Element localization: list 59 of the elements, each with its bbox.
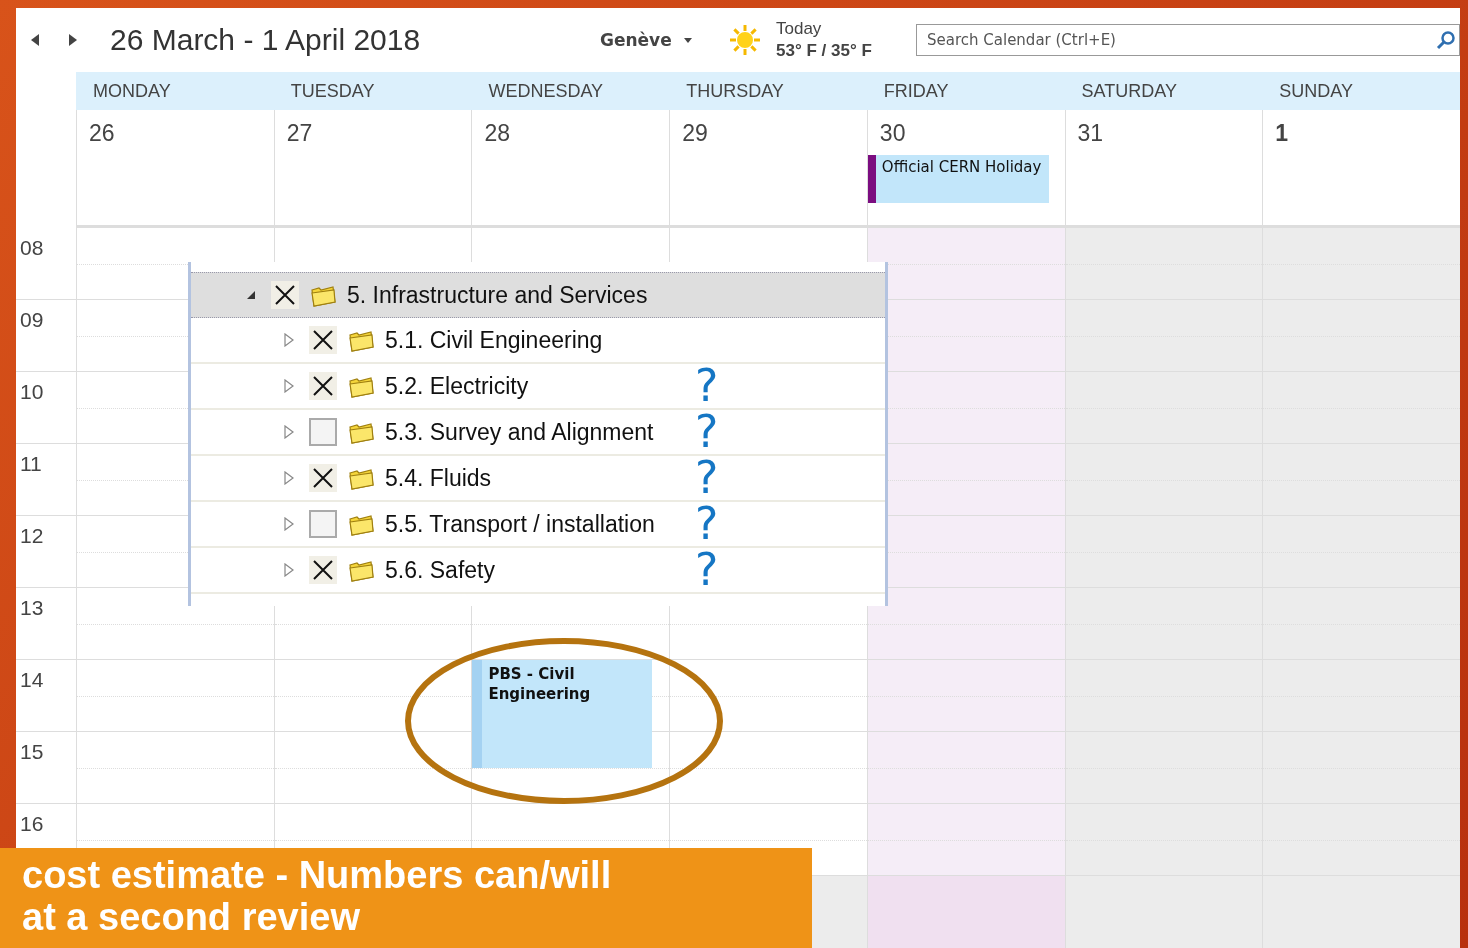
- event-title: Official CERN Holiday: [880, 157, 1043, 178]
- checkbox[interactable]: [309, 464, 337, 492]
- date-number: 28: [484, 120, 511, 147]
- checkbox[interactable]: [309, 418, 337, 446]
- search-icon[interactable]: [1436, 30, 1456, 50]
- day-header: FRIDAY: [866, 72, 1065, 110]
- checkbox[interactable]: [309, 556, 337, 584]
- date-number: 26: [89, 120, 116, 147]
- tree-item-label: 5.1. Civil Engineering: [385, 326, 604, 354]
- triangle-icon: [283, 517, 295, 531]
- triangle-icon: [283, 333, 295, 347]
- triangle-icon: [283, 563, 295, 577]
- left-triangle-icon: [30, 33, 40, 47]
- sun-icon: [728, 23, 762, 57]
- day-header: SATURDAY: [1064, 72, 1263, 110]
- checkbox[interactable]: [309, 510, 337, 538]
- day-header: MONDAY: [76, 72, 274, 110]
- day-header: TUESDAY: [273, 72, 472, 110]
- date-range-title: 26 March - 1 April 2018: [110, 23, 422, 57]
- question-mark: ?: [695, 548, 719, 592]
- caret-icon: [683, 37, 692, 43]
- tree-item-label: 5.6. Safety: [385, 556, 496, 584]
- date-number: 31: [1077, 120, 1105, 147]
- checkbox[interactable]: [309, 372, 337, 400]
- temperature-text: 53° F / 35° F: [776, 40, 872, 62]
- tree-item-label: 5.3. Survey and Alignment: [385, 418, 655, 446]
- triangle-icon: [283, 379, 295, 393]
- right-triangle-icon: [68, 33, 78, 47]
- location-dropdown[interactable]: Genève: [600, 30, 710, 50]
- question-mark: ?: [695, 502, 719, 546]
- tree-item-label: 5.2. Electricity: [385, 372, 530, 400]
- search-field[interactable]: Search Calendar (Ctrl+E): [916, 24, 1460, 56]
- checkbox[interactable]: [309, 326, 337, 354]
- all-day-event[interactable]: Official CERN Holiday: [867, 155, 1049, 203]
- cross-icon: [273, 283, 297, 307]
- date-number: 29: [682, 120, 709, 147]
- day-header: WEDNESDAY: [471, 72, 670, 110]
- question-mark: ?: [695, 456, 719, 500]
- day-header: SUNDAY: [1262, 72, 1460, 110]
- triangle-icon: [283, 471, 295, 485]
- day-header: THURSDAY: [669, 72, 867, 110]
- cross-icon: [311, 374, 335, 398]
- weather-label: Today: [776, 18, 823, 40]
- tree-item-label: 5. Infrastructure and Services: [347, 281, 648, 309]
- checkbox[interactable]: [271, 281, 299, 309]
- question-mark: ?: [695, 364, 719, 408]
- calendar-event[interactable]: PBS - Civil Engineering: [472, 660, 653, 768]
- triangle-icon: [283, 425, 295, 439]
- tree-item-label: 5.5. Transport / installation: [385, 510, 656, 538]
- triangle-icon: [245, 289, 257, 301]
- date-number: 27: [286, 120, 314, 147]
- tree-item-label: 5.4. Fluids: [385, 464, 493, 492]
- caption-text: at a second review: [22, 896, 361, 938]
- date-number: 1: [1275, 120, 1290, 147]
- question-mark: ?: [695, 410, 719, 454]
- cross-icon: [311, 558, 335, 582]
- cross-icon: [311, 466, 335, 490]
- cross-icon: [311, 328, 335, 352]
- date-number: 30: [879, 120, 907, 147]
